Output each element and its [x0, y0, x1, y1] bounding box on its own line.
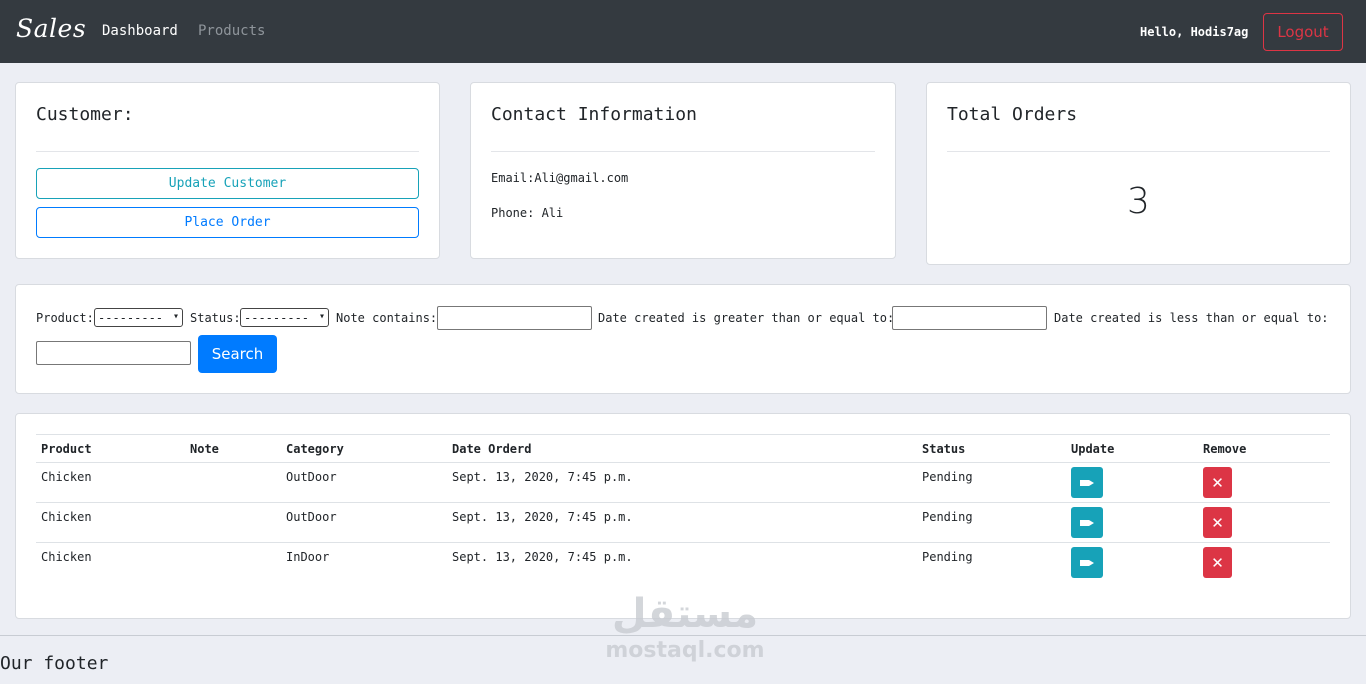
date-lte-input[interactable] — [36, 341, 191, 365]
date-lte-label: Date created is less than or equal to: — [1054, 311, 1329, 325]
product-filter-label: Product: — [36, 311, 94, 325]
total-orders-title: Total Orders — [947, 104, 1078, 125]
product-select[interactable]: --------- ▾ — [94, 308, 183, 327]
date-gte-label: Date created is greater than or equal to… — [598, 311, 895, 325]
chevron-down-icon: ▾ — [318, 311, 325, 322]
update-order-button[interactable] — [1071, 467, 1103, 498]
cell-product: Chicken — [41, 510, 92, 524]
watermark-arabic: مستقل — [611, 591, 759, 637]
customer-card: Customer: Update Customer Place Order — [15, 82, 440, 259]
chevron-down-icon: ▾ — [172, 311, 179, 322]
watermark-latin: mostaql.com — [605, 638, 765, 663]
customer-title: Customer: — [36, 104, 134, 125]
contact-card: Contact Information Email:Ali@gmail.com … — [470, 82, 896, 259]
contact-phone: Phone: Ali — [491, 206, 564, 220]
note-filter-label: Note contains: — [336, 311, 438, 325]
pencil-icon — [1080, 479, 1094, 486]
divider — [491, 151, 875, 152]
header-date: Date Orderd — [452, 442, 532, 456]
cell-status: Pending — [922, 550, 973, 564]
close-icon: ✕ — [1211, 473, 1224, 492]
product-select-value: --------- — [98, 310, 164, 325]
cell-product: Chicken — [41, 550, 92, 564]
close-icon: ✕ — [1211, 513, 1224, 532]
orders-table-card: Product Note Category Date Orderd Status… — [15, 413, 1351, 619]
total-orders-count: 3 — [1127, 181, 1150, 222]
header-status: Status — [922, 442, 966, 456]
nav-link-products[interactable]: Products — [198, 23, 265, 39]
row-divider — [36, 502, 1330, 503]
divider — [947, 151, 1330, 152]
header-category: Category — [286, 442, 344, 456]
header-remove: Remove — [1203, 442, 1247, 456]
status-filter-label: Status: — [190, 311, 241, 325]
remove-order-button[interactable]: ✕ — [1203, 467, 1232, 498]
logout-button[interactable]: Logout — [1263, 13, 1343, 51]
row-divider — [36, 542, 1330, 543]
cell-category: OutDoor — [286, 470, 337, 484]
cell-category: OutDoor — [286, 510, 337, 524]
cell-status: Pending — [922, 510, 973, 524]
cell-product: Chicken — [41, 470, 92, 484]
cell-date: Sept. 13, 2020, 7:45 p.m. — [452, 510, 633, 524]
footer-divider — [0, 635, 1366, 636]
cell-category: InDoor — [286, 550, 330, 564]
divider — [36, 151, 419, 152]
date-gte-input[interactable] — [892, 306, 1047, 330]
cell-status: Pending — [922, 470, 973, 484]
remove-order-button[interactable]: ✕ — [1203, 547, 1232, 578]
user-greeting: Hello, Hodis7ag — [1140, 25, 1249, 39]
note-input[interactable] — [437, 306, 592, 330]
update-order-button[interactable] — [1071, 507, 1103, 538]
pencil-icon — [1080, 559, 1094, 566]
close-icon: ✕ — [1211, 553, 1224, 572]
cell-date: Sept. 13, 2020, 7:45 p.m. — [452, 550, 633, 564]
footer-text: Our footer — [0, 653, 109, 674]
header-product: Product — [41, 442, 92, 456]
cell-date: Sept. 13, 2020, 7:45 p.m. — [452, 470, 633, 484]
filter-card: Product: --------- ▾ Status: --------- ▾… — [15, 284, 1351, 394]
nav-link-dashboard[interactable]: Dashboard — [102, 23, 178, 39]
header-note: Note — [190, 442, 219, 456]
search-button[interactable]: Search — [198, 335, 277, 373]
watermark: مستقل mostaql.com — [600, 590, 770, 663]
place-order-button[interactable]: Place Order — [36, 207, 419, 238]
update-order-button[interactable] — [1071, 547, 1103, 578]
contact-title: Contact Information — [491, 104, 697, 125]
header-update: Update — [1071, 442, 1115, 456]
navbar: Sales Dashboard Products Hello, Hodis7ag… — [0, 0, 1366, 63]
update-customer-button[interactable]: Update Customer — [36, 168, 419, 199]
table-top-border — [36, 434, 1330, 435]
contact-email: Email:Ali@gmail.com — [491, 171, 629, 185]
row-divider — [36, 462, 1330, 463]
pencil-icon — [1080, 519, 1094, 526]
remove-order-button[interactable]: ✕ — [1203, 507, 1232, 538]
status-select-value: --------- — [244, 310, 310, 325]
total-orders-card: Total Orders 3 — [926, 82, 1351, 265]
status-select[interactable]: --------- ▾ — [240, 308, 329, 327]
brand-logo[interactable]: Sales — [16, 14, 86, 43]
